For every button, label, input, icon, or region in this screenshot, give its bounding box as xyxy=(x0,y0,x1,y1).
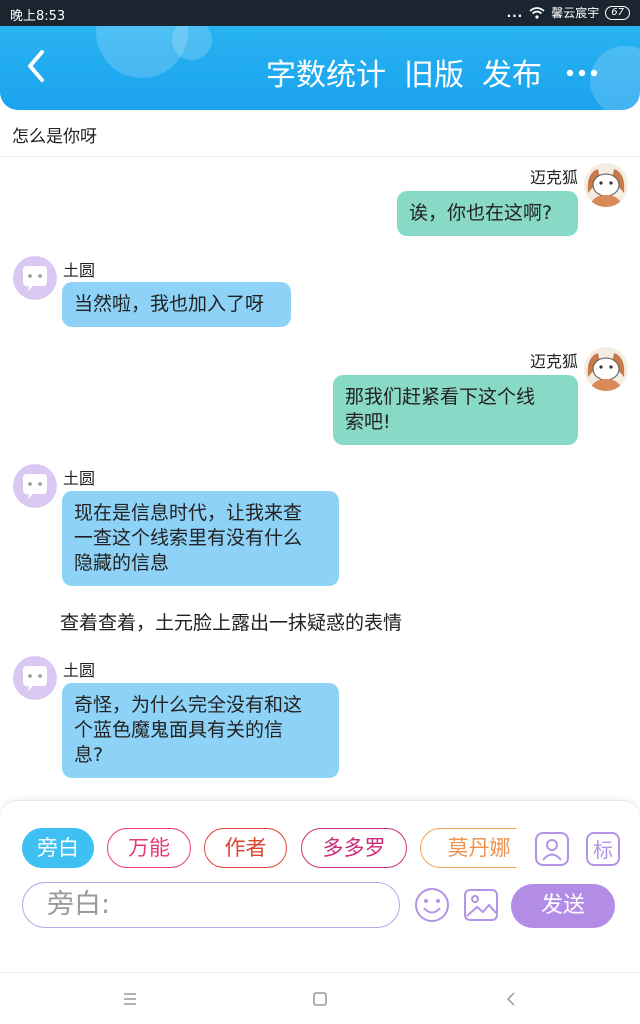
menu-button[interactable] xyxy=(118,987,142,1011)
contact-card-icon xyxy=(535,832,569,866)
image-button[interactable] xyxy=(462,886,500,924)
narration-text[interactable]: 查着查着，土元脸上露出一抹疑惑的表情 xyxy=(60,608,402,635)
bubble-line: 索吧! xyxy=(345,411,391,433)
bubble-line: 个蓝色魔鬼面具有关的信 xyxy=(74,719,284,741)
menu-icon xyxy=(124,993,136,1005)
fox-avatar-icon xyxy=(584,163,628,207)
decorative-bubble xyxy=(172,26,212,60)
top-header: 字数统计 旧版 发布 xyxy=(0,26,640,110)
bubble-line: 一查这个线索里有没有什么 xyxy=(74,527,303,549)
scene-title[interactable]: 怎么是你呀 xyxy=(12,122,97,147)
status-time: 晚上8:53 xyxy=(10,9,66,24)
speaker-name: 迈克狐 xyxy=(529,168,578,187)
fox-avatar[interactable] xyxy=(584,347,628,391)
image-icon xyxy=(464,889,498,921)
message-bubble: 那我们赶紧看下这个线 索吧! xyxy=(333,375,578,445)
bubble-line: 那我们赶紧看下这个线 xyxy=(345,386,536,408)
speaker-name: 土圆 xyxy=(63,469,96,488)
message-bubble: 诶，你也在这啊? xyxy=(397,191,578,236)
status-dots: ... xyxy=(506,5,524,20)
bubble-line: 息? xyxy=(74,744,104,766)
bubble-line: 奇怪，为什么完全没有和这 xyxy=(74,694,303,716)
word-count-button[interactable]: 字数统计 xyxy=(266,56,386,96)
role-chip-author[interactable]: 作者 xyxy=(204,828,287,868)
chat-bubble-avatar-icon xyxy=(13,256,57,300)
back-button[interactable] xyxy=(18,44,58,88)
status-bar: 晚上8:53 ... 馨云宸宇 67 xyxy=(0,0,640,26)
bot-avatar[interactable] xyxy=(13,464,57,508)
tag-label-text: 标 xyxy=(593,838,613,862)
role-chip-narrator[interactable]: 旁白 xyxy=(22,828,94,868)
status-carrier: 馨云宸宇 xyxy=(551,6,600,20)
contact-card-button[interactable] xyxy=(533,830,571,868)
role-chip-scroll: 莫丹娜 xyxy=(420,826,516,870)
wifi-icon xyxy=(529,6,545,19)
status-right: ... 馨云宸宇 67 xyxy=(507,4,630,21)
emoji-button[interactable] xyxy=(413,886,451,924)
app-screen: 晚上8:53 ... 馨云宸宇 67 字数统计 旧版 发布 怎么是你呀 迈克狐 … xyxy=(0,0,640,1024)
chat-bubble-avatar-icon xyxy=(13,656,57,700)
send-button[interactable]: 发送 xyxy=(511,884,615,928)
system-nav-bar xyxy=(0,972,640,1024)
publish-button[interactable]: 发布 xyxy=(482,56,542,96)
bot-avatar[interactable] xyxy=(13,656,57,700)
bot-avatar[interactable] xyxy=(13,256,57,300)
role-chip-universal[interactable]: 万能 xyxy=(107,828,191,868)
bubble-line: 隐藏的信息 xyxy=(74,552,170,574)
header-actions: 字数统计 旧版 发布 xyxy=(266,56,542,96)
chevron-left-icon xyxy=(28,50,44,82)
more-button[interactable] xyxy=(562,56,602,96)
role-chip-modanna[interactable]: 莫丹娜 xyxy=(420,828,516,868)
more-dots-icon xyxy=(566,69,598,77)
message-input[interactable]: 旁白: xyxy=(22,882,400,928)
back-icon xyxy=(506,992,515,1006)
tag-label-button[interactable]: 标 xyxy=(584,830,622,868)
tag-label-icon: 标 xyxy=(586,832,620,866)
battery-badge: 67 xyxy=(605,5,630,20)
system-back-button[interactable] xyxy=(499,987,523,1011)
bubble-line: 现在是信息时代，让我来查 xyxy=(74,502,303,524)
message-bubble: 奇怪，为什么完全没有和这 个蓝色魔鬼面具有关的信 息? xyxy=(62,683,339,778)
divider xyxy=(0,156,640,157)
message-bubble: 现在是信息时代，让我来查 一查这个线索里有没有什么 隐藏的信息 xyxy=(62,491,339,586)
role-chip-duoduoluo[interactable]: 多多罗 xyxy=(301,828,407,868)
message-bubble: 当然啦，我也加入了呀 xyxy=(62,282,291,327)
fox-avatar-icon xyxy=(584,347,628,391)
home-icon xyxy=(313,992,327,1006)
home-button[interactable] xyxy=(308,987,332,1011)
chat-bubble-avatar-icon xyxy=(13,464,57,508)
old-version-button[interactable]: 旧版 xyxy=(404,56,464,96)
emoji-icon xyxy=(415,888,449,922)
fox-avatar[interactable] xyxy=(584,163,628,207)
speaker-name: 土圆 xyxy=(63,661,96,680)
speaker-name: 土圆 xyxy=(63,261,96,280)
speaker-name: 迈克狐 xyxy=(529,352,578,371)
